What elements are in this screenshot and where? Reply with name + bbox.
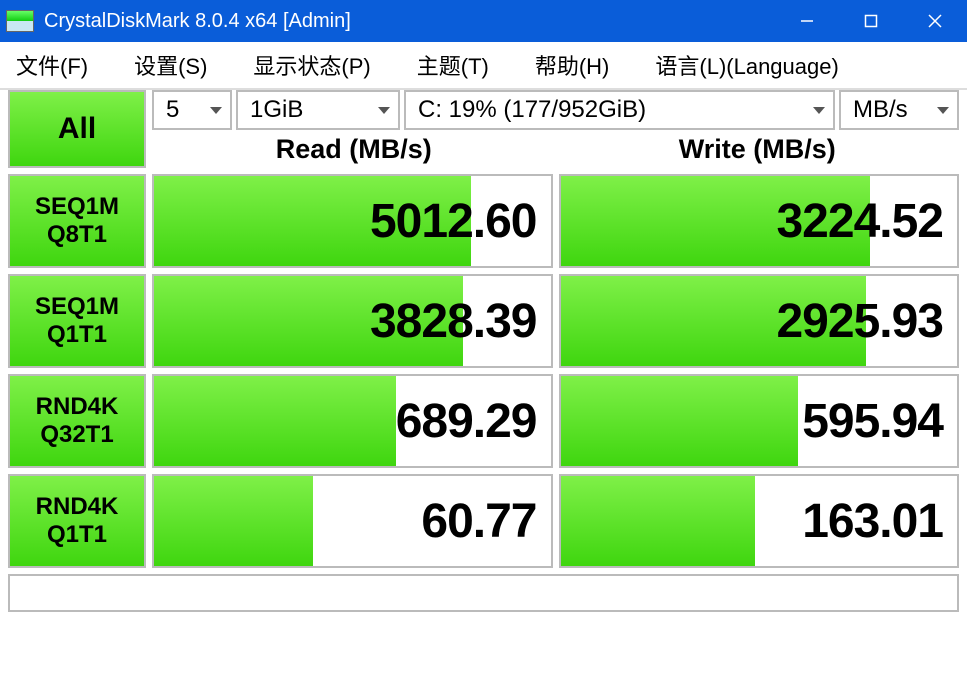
all-button[interactable]: All	[8, 90, 146, 168]
test-size-select[interactable]: 1GiB	[236, 90, 400, 130]
write-bar	[561, 476, 755, 566]
read-bar	[154, 376, 396, 466]
bench-label-1: SEQ1M	[35, 193, 119, 221]
bench-label-2: Q32T1	[40, 421, 113, 449]
bench-button-1[interactable]: SEQ1MQ1T1	[8, 274, 146, 368]
bench-label-2: Q1T1	[47, 521, 107, 549]
bench-row: RND4KQ32T1 689.29 595.94	[8, 374, 959, 468]
bench-label-2: Q8T1	[47, 221, 107, 249]
write-value: 3224.52	[776, 194, 943, 249]
unit-value: MB/s	[853, 96, 908, 124]
read-cell: 3828.39	[152, 274, 553, 368]
drive-value: C: 19% (177/952GiB)	[418, 96, 646, 124]
close-button[interactable]	[903, 0, 967, 42]
write-value: 595.94	[802, 394, 943, 449]
bench-row: RND4KQ1T1 60.77 163.01	[8, 474, 959, 568]
bench-label-1: SEQ1M	[35, 293, 119, 321]
menubar: 文件(F) 设置(S) 显示状态(P) 主题(T) 帮助(H) 语言(L)(La…	[0, 42, 967, 90]
write-bar	[561, 376, 799, 466]
minimize-button[interactable]	[775, 0, 839, 42]
all-button-label: All	[58, 112, 96, 146]
read-header: Read (MB/s)	[152, 130, 556, 168]
write-cell: 595.94	[559, 374, 960, 468]
bench-button-0[interactable]: SEQ1MQ8T1	[8, 174, 146, 268]
chevron-down-icon	[210, 107, 222, 114]
bench-button-2[interactable]: RND4KQ32T1	[8, 374, 146, 468]
bench-button-3[interactable]: RND4KQ1T1	[8, 474, 146, 568]
unit-select[interactable]: MB/s	[839, 90, 959, 130]
menu-language[interactable]: 语言(L)(Language)	[645, 49, 848, 81]
menu-help[interactable]: 帮助(H)	[525, 49, 620, 81]
app-icon	[6, 10, 34, 32]
titlebar: CrystalDiskMark 8.0.4 x64 [Admin]	[0, 0, 967, 42]
read-value: 5012.60	[370, 194, 537, 249]
write-value: 2925.93	[776, 294, 943, 349]
write-header: Write (MB/s)	[556, 130, 960, 168]
test-size-value: 1GiB	[250, 96, 303, 124]
menu-display[interactable]: 显示状态(P)	[243, 49, 380, 81]
statusbar	[8, 574, 959, 612]
maximize-button[interactable]	[839, 0, 903, 42]
read-bar	[154, 476, 313, 566]
menu-file[interactable]: 文件(F)	[6, 49, 98, 81]
read-cell: 689.29	[152, 374, 553, 468]
test-count-select[interactable]: 5	[152, 90, 232, 130]
read-value: 3828.39	[370, 294, 537, 349]
test-count-value: 5	[166, 96, 179, 124]
bench-row: SEQ1MQ8T1 5012.60 3224.52	[8, 174, 959, 268]
bench-label-1: RND4K	[36, 393, 119, 421]
window-title: CrystalDiskMark 8.0.4 x64 [Admin]	[44, 10, 351, 33]
write-cell: 3224.52	[559, 174, 960, 268]
write-cell: 163.01	[559, 474, 960, 568]
menu-settings[interactable]: 设置(S)	[124, 49, 217, 81]
chevron-down-icon	[813, 107, 825, 114]
read-value: 60.77	[421, 494, 536, 549]
menu-theme[interactable]: 主题(T)	[407, 49, 499, 81]
chevron-down-icon	[378, 107, 390, 114]
bench-label-1: RND4K	[36, 493, 119, 521]
bench-label-2: Q1T1	[47, 321, 107, 349]
bench-row: SEQ1MQ1T1 3828.39 2925.93	[8, 274, 959, 368]
read-value: 689.29	[396, 394, 537, 449]
write-value: 163.01	[802, 494, 943, 549]
read-cell: 60.77	[152, 474, 553, 568]
read-cell: 5012.60	[152, 174, 553, 268]
chevron-down-icon	[937, 107, 949, 114]
drive-select[interactable]: C: 19% (177/952GiB)	[404, 90, 835, 130]
write-cell: 2925.93	[559, 274, 960, 368]
